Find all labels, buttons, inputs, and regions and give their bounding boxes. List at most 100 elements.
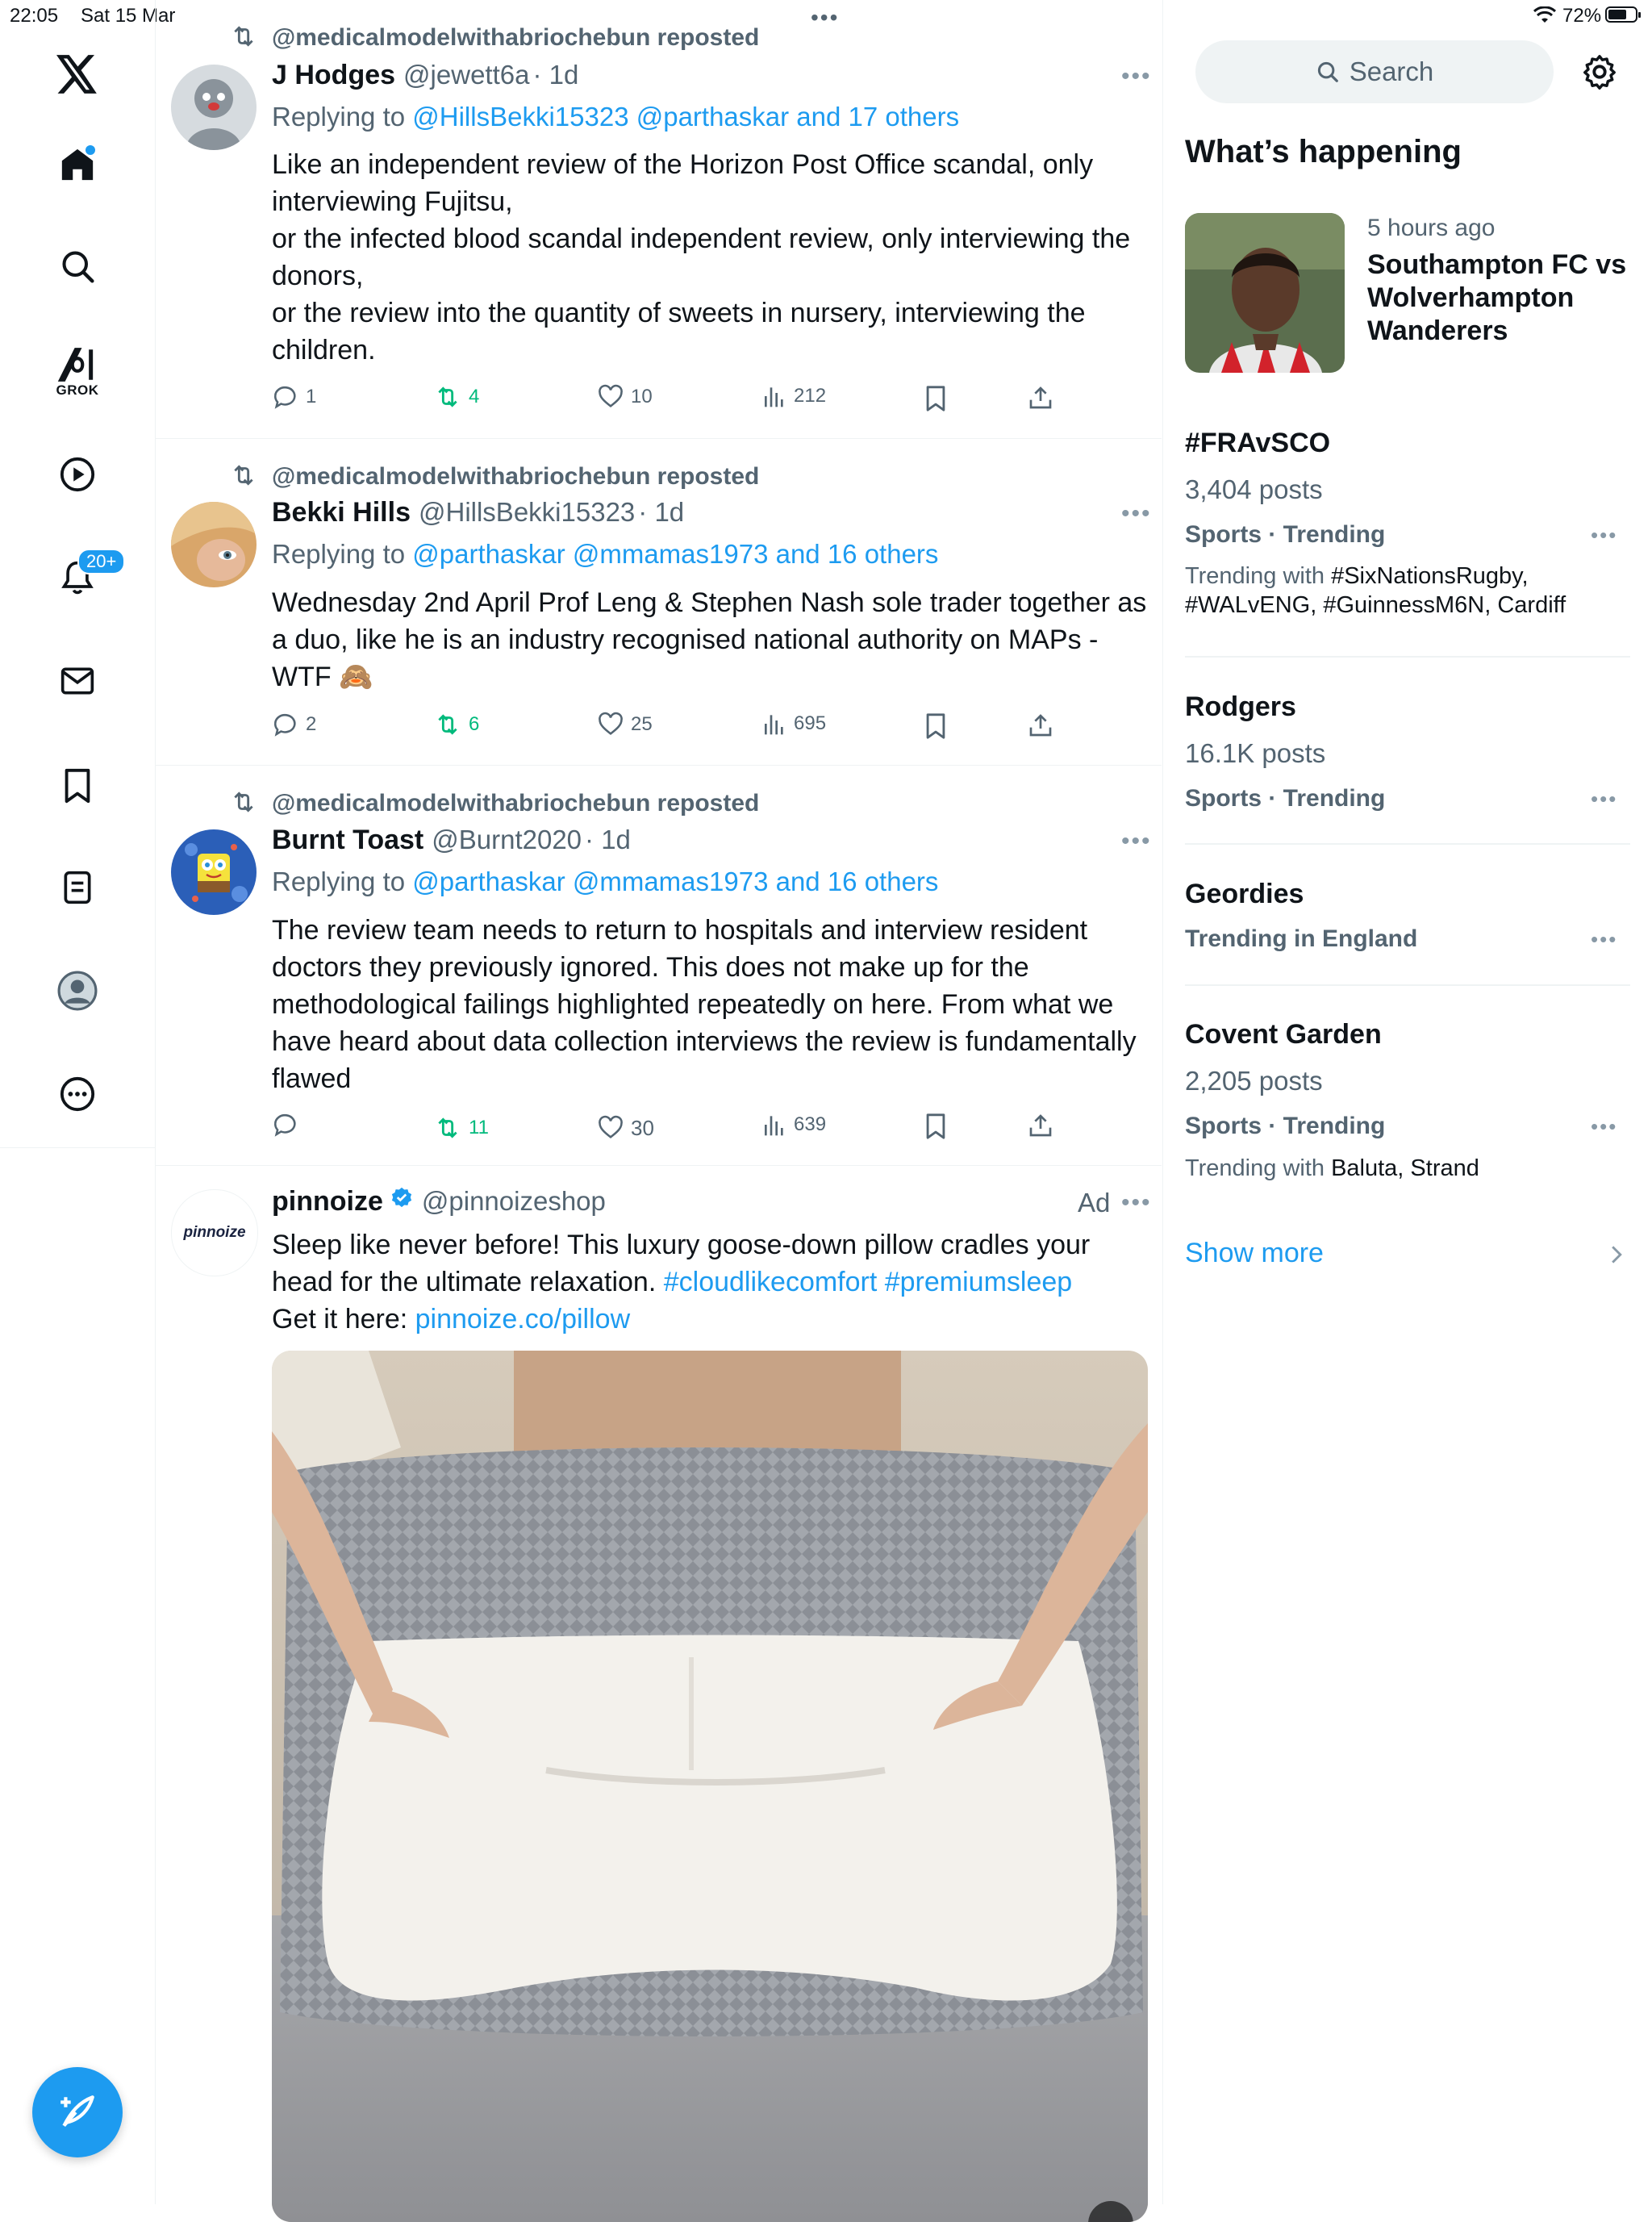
ad-link[interactable]: pinnoize.co/pillow	[415, 1304, 631, 1334]
trending-with-terms[interactable]: Baluta, Strand	[1331, 1155, 1479, 1181]
trend-posts: 3,404 posts	[1185, 474, 1323, 504]
share-icon[interactable]	[1028, 1112, 1053, 1139]
author-name[interactable]: Bekki Hills	[272, 497, 411, 528]
profile-avatar-icon[interactable]	[48, 962, 106, 1020]
tweet-time[interactable]: · 1d	[532, 60, 578, 90]
tweet-more-button[interactable]: •••	[1121, 63, 1152, 90]
replying-to-links[interactable]: @parthaskar @mmamas1973 and 16 others	[412, 867, 938, 896]
search-icon	[1317, 61, 1338, 82]
like-action[interactable]: 30	[597, 1114, 654, 1142]
avatar-jhodges[interactable]	[171, 65, 257, 150]
tweet-header: J Hodges @jewett6a · 1d	[272, 60, 578, 91]
ad-hashtags[interactable]: #cloudlikecomfort #premiumsleep	[664, 1267, 1072, 1297]
like-count: 30	[631, 1115, 654, 1140]
home-icon[interactable]	[48, 136, 106, 194]
author-handle[interactable]: @jewett6a	[403, 60, 529, 90]
author-name[interactable]: Burnt Toast	[272, 825, 423, 856]
ad-text-line2: head for the ultimate relaxation.	[272, 1267, 664, 1297]
ad-get-it: Get it here:	[272, 1304, 415, 1334]
notifications-bell-icon[interactable]: 20+	[48, 549, 126, 607]
like-action[interactable]: 10	[597, 383, 653, 411]
ad-label: Ad	[1078, 1188, 1111, 1218]
repost-context[interactable]: @medicalmodelwithabriochebun reposted	[272, 790, 759, 817]
trend-more-button[interactable]: •••	[1591, 927, 1617, 952]
views-action[interactable]: 212	[761, 383, 826, 409]
search-placeholder: Search	[1349, 56, 1434, 86]
tweet-text: Like an independent review of the Horizo…	[272, 149, 1131, 365]
views-action[interactable]: 695	[761, 711, 826, 737]
bookmark-icon[interactable]	[924, 385, 947, 412]
replying-prefix: Replying to	[272, 867, 413, 896]
repost-icon	[230, 788, 257, 816]
author-handle[interactable]: @Burnt2020	[432, 825, 582, 855]
repost-count: 6	[469, 713, 480, 735]
repost-action[interactable]: 6	[433, 711, 479, 738]
messages-envelope-icon[interactable]	[48, 652, 106, 710]
show-more-link[interactable]: Show more	[1185, 1238, 1324, 1269]
trend-title[interactable]: Geordies	[1185, 879, 1304, 910]
explore-search-icon[interactable]	[48, 237, 106, 295]
reply-count: 2	[306, 713, 317, 735]
reply-action[interactable]: 1	[272, 383, 316, 411]
search-input[interactable]: Search	[1195, 40, 1554, 103]
bookmarks-icon[interactable]	[48, 757, 106, 815]
trend-title[interactable]: #FRAvSCO	[1185, 428, 1330, 459]
avatar-pinnoize-logo[interactable]: pinnoize	[171, 1189, 258, 1276]
trend-more-button[interactable]: •••	[1591, 787, 1617, 812]
trend-divider	[1185, 984, 1630, 986]
like-count: 10	[631, 386, 653, 407]
tweet-time[interactable]: · 1d	[638, 497, 684, 528]
views-action[interactable]: 639	[761, 1112, 826, 1138]
x-logo-icon[interactable]	[48, 45, 106, 103]
ad-header: pinnoize @pinnoizeshop	[272, 1186, 606, 1218]
trend-title[interactable]: Rodgers	[1185, 691, 1296, 723]
grok-icon[interactable]: GROK	[48, 337, 106, 410]
ad-text: Sleep like never before! This luxury goo…	[272, 1226, 1159, 1338]
advertiser-name[interactable]: pinnoize	[272, 1186, 383, 1218]
tweet-more-button[interactable]: •••	[1121, 500, 1152, 528]
share-icon[interactable]	[1028, 384, 1053, 411]
repost-context[interactable]: @medicalmodelwithabriochebun reposted	[272, 24, 759, 52]
lists-icon[interactable]	[48, 858, 106, 917]
compose-post-button[interactable]	[32, 2067, 123, 2157]
heart-icon	[599, 1115, 623, 1138]
author-handle[interactable]: @HillsBekki15323	[419, 497, 635, 528]
bookmark-icon[interactable]	[924, 1113, 947, 1140]
trend-thumbnail-image[interactable]	[1185, 213, 1345, 373]
verified-badge-icon	[390, 1186, 414, 1210]
tweet-time[interactable]: · 1d	[585, 825, 631, 855]
top-story-title[interactable]: Southampton FC vs Wolverhampton Wanderer…	[1367, 249, 1626, 348]
tweet-divider	[156, 438, 1162, 439]
repost-action-icon	[438, 1117, 457, 1138]
trend-category: Sports · Trending	[1185, 785, 1386, 812]
trend-title[interactable]: Covent Garden	[1185, 1019, 1382, 1050]
repost-action[interactable]: 11	[433, 1114, 489, 1142]
avatar-bekki-hills[interactable]	[171, 502, 257, 587]
author-name[interactable]: J Hodges	[272, 60, 395, 91]
repost-action[interactable]: 4	[433, 383, 479, 411]
reply-action[interactable]	[272, 1111, 306, 1138]
trend-trending-with: Trending with #SixNationsRugby, #WALvENG…	[1185, 562, 1621, 620]
trend-more-button[interactable]: •••	[1591, 523, 1617, 548]
ad-more-button[interactable]: •••	[1121, 1189, 1152, 1217]
settings-gear-icon[interactable]	[1581, 53, 1618, 90]
repost-icon	[230, 23, 257, 50]
video-play-icon[interactable]	[48, 445, 106, 503]
ad-video-pillow[interactable]	[272, 1351, 1148, 2222]
avatar-burnt-toast[interactable]	[171, 829, 257, 915]
advertiser-handle[interactable]: @pinnoizeshop	[422, 1186, 606, 1217]
tweet-text: Wednesday 2nd April Prof Leng & Stephen …	[272, 587, 1147, 692]
reply-icon	[273, 386, 296, 409]
replying-to-links[interactable]: @HillsBekki15323 @parthaskar and 17 othe…	[412, 102, 959, 132]
repost-context[interactable]: @medicalmodelwithabriochebun reposted	[272, 463, 759, 491]
replying-to-links[interactable]: @parthaskar @mmamas1973 and 16 others	[412, 539, 938, 569]
reply-action[interactable]: 2	[272, 711, 316, 738]
grok-label: GROK	[56, 382, 99, 398]
tweet-more-button[interactable]: •••	[1121, 828, 1152, 855]
like-action[interactable]: 25	[597, 711, 653, 738]
bookmark-icon[interactable]	[924, 712, 947, 740]
trend-more-button[interactable]: •••	[1591, 1114, 1617, 1139]
reply-count: 1	[306, 386, 317, 407]
share-icon[interactable]	[1028, 712, 1053, 739]
more-options-icon[interactable]	[48, 1065, 106, 1123]
